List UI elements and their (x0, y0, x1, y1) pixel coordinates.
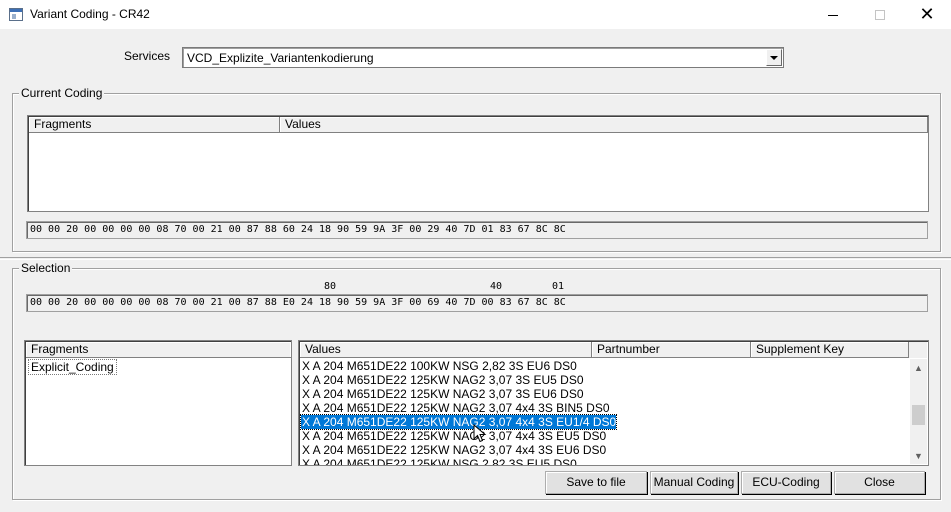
current-coding-header: Fragments Values (29, 117, 928, 133)
table-row[interactable]: X A 204 M651DE22 125KW NAG2 3,07 4x4 3S … (301, 401, 610, 415)
column-fragments[interactable]: Fragments (26, 342, 291, 358)
table-row[interactable]: X A 204 M651DE22 125KW NAG2 3,07 3S EU6 … (301, 387, 584, 401)
minimize-button[interactable] (810, 0, 856, 30)
table-row[interactable]: X A 204 M651DE22 100KW NSG 2,82 3S EU6 D… (301, 359, 577, 373)
services-selected-value: VCD_Explizite_Variantenkodierung (187, 51, 374, 65)
section-divider (0, 257, 951, 260)
fragments-header: Fragments (26, 342, 291, 358)
current-coding-list[interactable]: Fragments Values (27, 115, 929, 212)
services-dropdown[interactable]: VCD_Explizite_Variantenkodierung (182, 47, 784, 68)
table-row[interactable]: X A 204 M651DE22 125KW NAG2 3,07 4x4 3S … (301, 429, 606, 443)
title-bar[interactable]: Variant Coding - CR42 ✕ (0, 0, 951, 30)
current-coding-title: Current Coding (19, 86, 105, 100)
list-item-explicit-coding[interactable]: Explicit_Coding (28, 359, 117, 375)
window-title: Variant Coding - CR42 (30, 7, 150, 21)
close-button[interactable]: Close (834, 471, 925, 494)
close-window-button[interactable]: ✕ (904, 0, 950, 30)
values-scrollbar[interactable]: ▲ ▼ (910, 359, 927, 464)
column-values[interactable]: Values (300, 342, 592, 358)
table-row[interactable]: X A 204 M651DE22 125KW NAG2 3,07 3S EU5 … (301, 373, 584, 387)
selection-hex[interactable]: 00 00 20 00 00 00 00 08 70 00 21 00 87 8… (26, 294, 928, 312)
scroll-down-icon[interactable]: ▼ (910, 447, 927, 464)
bit-marker: 01 (552, 281, 565, 292)
column-values[interactable]: Values (280, 117, 928, 133)
minimize-icon (828, 14, 838, 16)
ecu-coding-button[interactable]: ECU-Coding (741, 471, 831, 494)
dropdown-arrow-button[interactable] (766, 49, 782, 66)
column-supplement-key[interactable]: Supplement Key (751, 342, 909, 358)
scroll-up-icon[interactable]: ▲ (910, 359, 927, 376)
bit-marker: 40 (490, 281, 503, 292)
selection-title: Selection (19, 261, 73, 275)
manual-coding-button[interactable]: Manual Coding (650, 471, 738, 494)
save-to-file-button[interactable]: Save to file (545, 471, 647, 494)
table-row[interactable]: X A 204 M651DE22 125KW NSG 2,82 3S EU5 D… (301, 457, 577, 465)
app-window-icon (9, 8, 23, 21)
values-header: Values Partnumber Supplement Key (300, 342, 927, 358)
column-partnumber[interactable]: Partnumber (592, 342, 751, 358)
chevron-down-icon (770, 55, 778, 60)
values-list[interactable]: Values Partnumber Supplement Key X A 204… (298, 340, 929, 466)
current-coding-hex[interactable]: 00 00 20 00 00 00 00 08 70 00 21 00 87 8… (26, 221, 928, 239)
maximize-icon (875, 10, 885, 20)
maximize-button[interactable] (857, 0, 903, 30)
scrollbar-thumb[interactable] (912, 405, 925, 425)
bit-marker: 80 (324, 281, 337, 292)
table-row[interactable]: X A 204 M651DE22 125KW NAG2 3,07 4x4 3S … (299, 414, 618, 430)
close-icon: ✕ (919, 4, 935, 25)
services-label: Services (124, 49, 171, 63)
column-fragments[interactable]: Fragments (29, 117, 280, 133)
mouse-pointer-icon (473, 424, 487, 443)
table-row[interactable]: X A 204 M651DE22 125KW NAG2 3,07 4x4 3S … (301, 443, 606, 457)
fragments-list[interactable]: Fragments Explicit_Coding (24, 340, 292, 466)
